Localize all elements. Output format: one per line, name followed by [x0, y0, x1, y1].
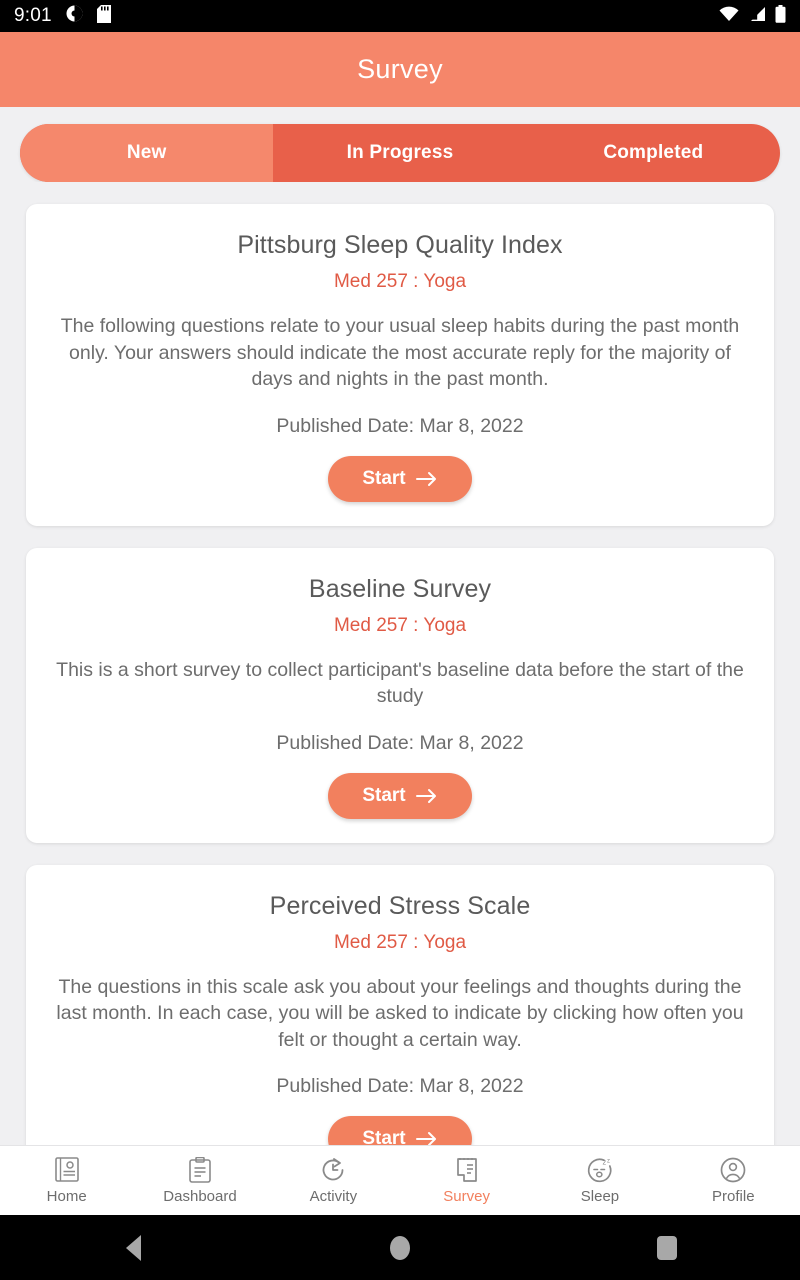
survey-status-tabs: New In Progress Completed	[20, 124, 780, 182]
cellular-signal-icon	[748, 6, 766, 27]
nav-item-activity[interactable]: Activity	[267, 1157, 400, 1205]
survey-study: Med 257 : Yoga	[333, 614, 467, 636]
status-bar: 9:01	[0, 0, 800, 32]
survey-description: The questions in this scale ask you abou…	[56, 975, 744, 1051]
tab-new[interactable]: New	[20, 124, 274, 182]
survey-published-date: Published Date: Mar 8, 2022	[276, 731, 524, 754]
contrast-circle-icon	[66, 5, 83, 27]
survey-title: Baseline Survey	[308, 574, 492, 603]
nav-item-survey-label: Survey	[443, 1187, 490, 1205]
survey-study: Med 257 : Yoga	[333, 271, 467, 292]
bottom-navigation: Home Dashboard Activity Survey zz Sleep	[0, 1145, 800, 1215]
status-bar-clock: 9:01	[14, 5, 52, 26]
start-button-label: Start	[362, 784, 406, 806]
system-home-button[interactable]	[340, 1235, 460, 1260]
tab-in-progress-label: In Progress	[346, 142, 454, 163]
nav-item-dashboard[interactable]: Dashboard	[133, 1156, 266, 1205]
tab-completed[interactable]: Completed	[527, 124, 780, 182]
status-bar-right	[719, 4, 786, 28]
account-circle-icon	[720, 1157, 746, 1183]
survey-card[interactable]: Pittsburg Sleep Quality Index Med 257 : …	[26, 204, 774, 526]
survey-list[interactable]: Pittsburg Sleep Quality Index Med 257 : …	[0, 182, 800, 1145]
survey-published-date: Published Date: Mar 8, 2022	[276, 1075, 524, 1098]
triangle-back-icon	[125, 1234, 141, 1261]
app-header: Survey	[0, 32, 800, 107]
start-button[interactable]: Start	[328, 1116, 472, 1145]
nav-item-profile-label: Profile	[712, 1187, 755, 1205]
start-button-label: Start	[362, 467, 406, 489]
survey-study: Med 257 : Yoga	[333, 931, 467, 953]
page-title: Survey	[357, 54, 443, 84]
system-navigation-bar	[0, 1215, 800, 1280]
nav-item-profile[interactable]: Profile	[667, 1157, 800, 1205]
nav-item-sleep-label: Sleep	[580, 1187, 620, 1205]
survey-description: This is a short survey to collect partic…	[56, 658, 744, 708]
nav-item-home[interactable]: Home	[0, 1156, 133, 1205]
status-bar-left: 9:01	[14, 4, 111, 28]
nav-item-sleep[interactable]: zz Sleep	[533, 1157, 666, 1205]
tab-new-label: New	[126, 142, 167, 163]
system-back-button[interactable]	[73, 1234, 193, 1261]
battery-icon	[775, 4, 786, 28]
arrow-right-icon	[415, 1131, 438, 1145]
circle-home-icon	[389, 1235, 410, 1260]
svg-text:z: z	[607, 1158, 610, 1164]
sleeping-face-icon: zz	[587, 1157, 613, 1183]
survey-title: Perceived Stress Scale	[269, 891, 531, 920]
nav-item-activity-label: Activity	[309, 1187, 358, 1205]
nav-item-dashboard-label: Dashboard	[163, 1187, 237, 1205]
book-gear-icon	[54, 1156, 79, 1183]
clock-refresh-icon	[320, 1157, 346, 1183]
arrow-right-icon	[415, 788, 438, 804]
nav-item-survey[interactable]: Survey	[400, 1157, 533, 1205]
clipboard-icon	[189, 1156, 211, 1183]
survey-card[interactable]: Baseline Survey Med 257 : Yoga This is a…	[26, 547, 774, 843]
svg-text:z: z	[602, 1157, 606, 1166]
survey-description: The following questions relate to your u…	[60, 315, 740, 391]
arrow-right-icon	[415, 471, 438, 487]
tab-in-progress[interactable]: In Progress	[273, 124, 526, 182]
start-button-label: Start	[362, 1128, 406, 1145]
start-button[interactable]: Start	[328, 455, 472, 502]
survey-card[interactable]: Perceived Stress Scale Med 257 : Yoga Th…	[26, 864, 774, 1145]
square-recents-icon	[656, 1235, 677, 1260]
receipt-document-icon	[456, 1157, 478, 1183]
start-button[interactable]: Start	[328, 772, 472, 819]
tab-completed-label: Completed	[603, 142, 704, 163]
nav-item-home-label: Home	[46, 1187, 87, 1205]
survey-published-date: Published Date: Mar 8, 2022	[276, 414, 524, 437]
phone-screen: 9:01 Survey New In Progress Completed Pi…	[0, 0, 800, 1280]
survey-title: Pittsburg Sleep Quality Index	[237, 231, 563, 259]
system-recents-button[interactable]	[607, 1235, 727, 1260]
wifi-icon	[719, 6, 739, 27]
sd-card-icon	[96, 4, 111, 28]
